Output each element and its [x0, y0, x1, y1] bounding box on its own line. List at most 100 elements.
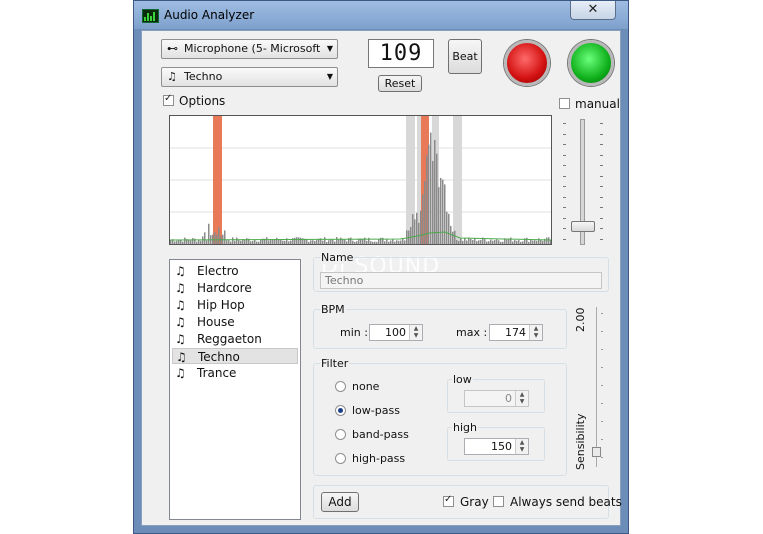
high-cutoff-spinner[interactable]: 150 ▲ ▼	[464, 438, 529, 455]
genre-list-item-label: Hardcore	[197, 281, 252, 295]
bpm-max-value: 174	[505, 326, 526, 339]
spectrum-bar	[462, 240, 464, 244]
filter-radio-low-pass[interactable]	[335, 405, 346, 416]
spectrum-bar	[472, 240, 474, 244]
manual-checkbox[interactable]	[559, 98, 570, 109]
filter-radio-none[interactable]	[335, 381, 346, 392]
manual-label: manual	[575, 97, 620, 111]
spectrum-bar	[260, 239, 262, 244]
close-icon: ✕	[587, 2, 599, 17]
genre-list-item-label: House	[197, 315, 235, 329]
spectrum-bar	[372, 241, 374, 244]
sensibility-slider-thumb[interactable]	[592, 447, 601, 457]
spectrum-bar	[328, 240, 330, 244]
spectrum-bar	[190, 240, 192, 244]
options-checkbox[interactable]	[163, 93, 174, 106]
spectrum-bar	[232, 237, 234, 244]
genre-list-item[interactable]: ♫ House	[172, 314, 298, 330]
spectrum-bar	[200, 240, 202, 244]
music-note-icon: ♫	[175, 332, 186, 346]
genre-list-item[interactable]: ♫ Hardcore	[172, 280, 298, 296]
low-cutoff-spinner[interactable]: 0 ▲ ▼	[464, 390, 529, 407]
spectrum-bar	[422, 194, 424, 244]
reset-button[interactable]: Reset	[378, 75, 422, 92]
genre-select-value: Techno	[184, 70, 223, 83]
spectrum-bar	[536, 240, 538, 244]
spectrum-bar	[498, 240, 500, 244]
bpm-max-label: max :	[456, 326, 488, 339]
sensibility-value: 2.00	[574, 307, 587, 333]
close-button[interactable]: ✕	[570, 1, 616, 20]
spectrum-bar	[534, 240, 536, 244]
music-note-icon: ♫	[175, 264, 186, 278]
name-field[interactable]: Techno	[320, 272, 602, 289]
genre-list-item-label: Trance	[197, 366, 237, 380]
spectrum-bar	[548, 237, 550, 244]
beat-marker	[213, 116, 222, 244]
spectrum-bar	[174, 241, 176, 244]
genre-list-item[interactable]: ♫ Electro	[172, 263, 298, 279]
spectrum-bar	[486, 241, 488, 244]
gray-label: Gray	[460, 495, 489, 509]
genre-list-item[interactable]: ♫ Hip Hop	[172, 297, 298, 313]
genre-list[interactable]: ♫ Electro ♫ Hardcore ♫ Hip Hop ♫ House ♫ Reggaeto…	[169, 259, 301, 520]
spectrum-graph	[170, 116, 551, 244]
genre-select[interactable]: ♫ Techno ▼	[161, 67, 338, 87]
microphone-icon: ⊷	[167, 42, 178, 55]
spectrum-bar	[340, 237, 342, 244]
window-title: Audio Analyzer	[164, 8, 255, 22]
spectrum-bar	[488, 241, 490, 244]
spectrum-bar	[526, 237, 528, 244]
spectrum-bar	[550, 240, 551, 244]
input-device-select[interactable]: ⊷ Microphone (5- Microsoft Lifi ▼	[161, 39, 338, 59]
spectrum-bar	[346, 241, 348, 244]
sensibility-slider-track[interactable]	[596, 307, 597, 467]
slider-tick	[563, 186, 566, 187]
spinner-arrows-icon[interactable]: ▲ ▼	[515, 391, 528, 406]
filter-radio-high-pass[interactable]	[335, 453, 346, 464]
spectrum-bar	[366, 240, 368, 244]
app-window: Audio Analyzer ✕ ⊷ Microphone (5- Micros…	[133, 0, 629, 534]
spectrum-bar	[538, 238, 540, 244]
genre-list-item[interactable]: ♫ Reggaeton	[172, 331, 298, 347]
add-button[interactable]: Add	[321, 492, 359, 512]
spectrum-bar	[230, 241, 232, 244]
spectrum-bar	[214, 232, 216, 244]
spectrum-bar	[284, 240, 286, 244]
spinner-arrows-icon[interactable]: ▲ ▼	[515, 439, 528, 454]
beat-button[interactable]: Beat	[448, 39, 482, 74]
gray-checkbox[interactable]	[443, 494, 454, 507]
spectrum-bar	[310, 240, 312, 244]
spinner-arrows-icon[interactable]: ▲ ▼	[529, 325, 542, 340]
name-group-title: Name	[320, 251, 355, 264]
equalizer-app-icon	[142, 9, 159, 23]
spectrum-bar	[386, 239, 388, 244]
manual-slider-thumb[interactable]	[571, 221, 595, 232]
spectrum-bar	[434, 139, 436, 244]
bpm-min-spinner[interactable]: 100 ▲ ▼	[369, 324, 423, 341]
always-send-beats-checkbox[interactable]	[493, 496, 504, 507]
filter-radio-band-pass[interactable]	[335, 429, 346, 440]
spectrum-bar	[378, 239, 380, 244]
spectrum-bar	[226, 240, 228, 244]
spectrum-bar	[342, 239, 344, 244]
spectrum-bar	[410, 226, 412, 244]
slider-tick	[601, 421, 603, 422]
spectrum-bar	[432, 160, 434, 244]
spectrum-bar	[438, 187, 440, 244]
genre-list-item-label: Hip Hop	[197, 298, 245, 312]
spectrum-bar	[420, 210, 422, 244]
spectrum-bar	[478, 240, 480, 244]
spectrum-bar	[466, 240, 468, 244]
spectrum-bar	[326, 241, 328, 244]
music-note-icon: ♫	[175, 315, 186, 329]
sensibility-label: Sensibility	[574, 413, 587, 470]
genre-list-item[interactable]: ♫ Trance	[172, 365, 298, 381]
spectrum-bar	[484, 239, 486, 244]
spectrum-bar	[272, 239, 274, 244]
slider-tick	[600, 154, 603, 156]
title-bar[interactable]: Audio Analyzer ✕	[134, 1, 628, 29]
spinner-arrows-icon[interactable]: ▲ ▼	[409, 325, 422, 340]
genre-list-item[interactable]: ♫ Techno	[172, 348, 298, 364]
bpm-max-spinner[interactable]: 174 ▲ ▼	[489, 324, 543, 341]
